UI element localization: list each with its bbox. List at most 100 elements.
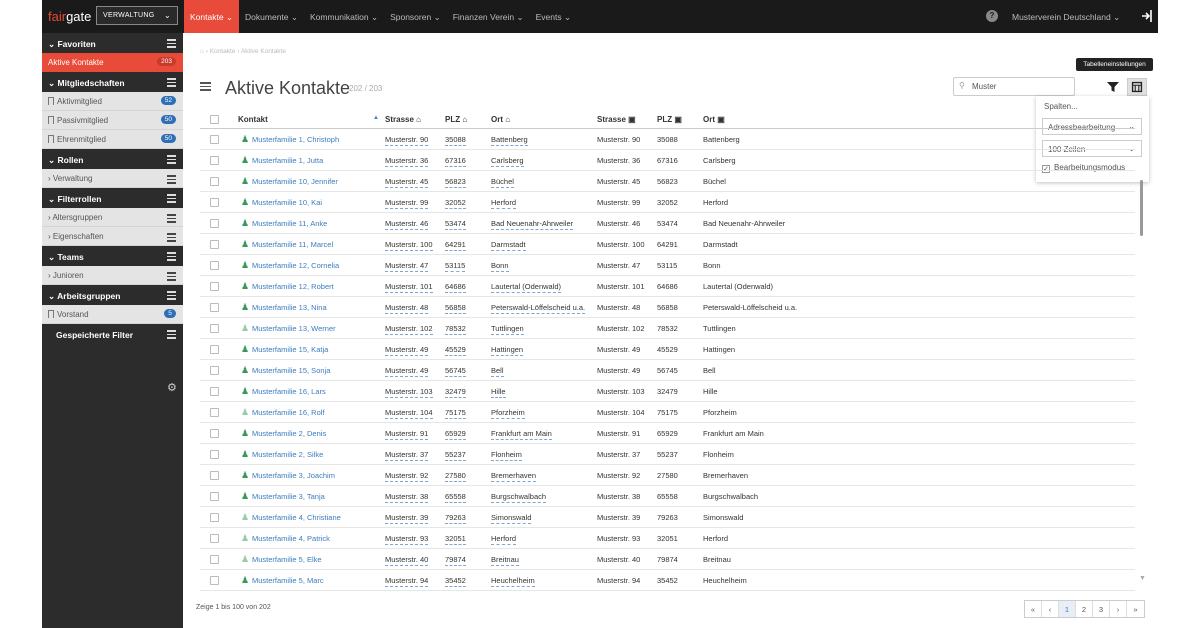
editable-cell[interactable]: Musterstr. 91 [385,429,429,440]
editable-cell[interactable]: 64686 [445,282,466,293]
row-checkbox[interactable] [210,534,219,543]
row-checkbox[interactable] [210,261,219,270]
editable-cell[interactable]: Musterstr. 100 [385,240,433,251]
editable-cell[interactable]: 67316 [445,156,466,167]
editable-cell[interactable]: Flonheim [491,450,522,461]
editable-cell[interactable]: Musterstr. 38 [385,492,429,503]
row-checkbox[interactable] [210,324,219,333]
editable-cell[interactable]: Musterstr. 104 [385,408,433,419]
row-checkbox[interactable] [210,282,219,291]
section-mitgliedschaften[interactable]: ⌄ Mitgliedschaften [42,72,183,92]
row-checkbox[interactable] [210,429,219,438]
col-plz[interactable]: PLZ ⌂ [445,115,467,124]
contact-link[interactable]: Musterfamilie 4, Christiane [252,513,341,522]
page-1-button[interactable]: 1 [1059,601,1076,617]
section-rollen[interactable]: ⌄ Rollen [42,149,183,169]
page-3-button[interactable]: 3 [1093,601,1110,617]
editable-cell[interactable]: Hattingen [491,345,524,356]
menu-icon[interactable] [167,214,176,223]
editable-cell[interactable]: 45529 [445,345,466,356]
editable-cell[interactable]: 55237 [445,450,466,461]
menu-icon[interactable] [167,78,176,87]
row-checkbox[interactable] [210,513,219,522]
row-checkbox[interactable] [210,345,219,354]
sidebar-item-passivmitglied[interactable]: Passivmitglied 50 [42,111,183,130]
nav-item-kontakte[interactable]: Kontakte ⌄ [184,0,240,33]
contact-link[interactable]: Musterfamilie 10, Jennifer [252,177,338,186]
editable-cell[interactable]: Musterstr. 45 [385,177,429,188]
editable-cell[interactable]: 65929 [445,429,466,440]
contact-link[interactable]: Musterfamilie 5, Elke [252,555,322,564]
col-kontakt[interactable]: Kontakt [238,115,268,124]
page-2-button[interactable]: 2 [1076,601,1093,617]
last-page-button[interactable]: » [1127,601,1144,617]
editable-cell[interactable]: Musterstr. 39 [385,513,429,524]
editable-cell[interactable]: Bad Neuenahr-Ahrweiler [491,219,574,230]
editable-cell[interactable]: Hille [491,387,506,398]
editable-cell[interactable]: Frankfurt am Main [491,429,552,440]
row-checkbox[interactable] [210,219,219,228]
editable-cell[interactable]: 53115 [445,261,466,272]
col-strasse-2[interactable]: Strasse ▣ [597,115,636,124]
row-checkbox[interactable] [210,471,219,480]
editable-cell[interactable]: Musterstr. 90 [385,135,429,146]
section-arbeitsgruppen[interactable]: ⌄ Arbeitsgruppen [42,285,183,305]
section-favoriten[interactable]: ⌄ Favoriten [42,33,183,53]
menu-icon[interactable] [167,175,176,184]
contact-link[interactable]: Musterfamilie 1, Jutta [252,156,323,165]
sort-asc-icon[interactable]: ▲ [373,115,379,121]
row-checkbox[interactable] [210,366,219,375]
area-selector[interactable]: VERWALTUNG ⌄ [96,6,178,25]
editable-cell[interactable]: Darmstadt [491,240,526,251]
row-checkbox[interactable] [210,177,219,186]
contact-link[interactable]: Musterfamilie 13, Nina [252,303,327,312]
sidebar-item-verwaltung[interactable]: › Verwaltung [42,169,183,188]
editable-cell[interactable]: 56745 [445,366,466,377]
row-checkbox[interactable] [210,240,219,249]
scroll-down-icon[interactable]: ▼ [1139,575,1146,582]
sidebar-item-altersgruppen[interactable]: › Altersgruppen [42,208,183,227]
editable-cell[interactable]: Burgschwalbach [491,492,547,503]
col-strasse[interactable]: Strasse ⌂ [385,115,421,124]
editable-cell[interactable]: Musterstr. 93 [385,534,429,545]
row-checkbox[interactable] [210,198,219,207]
contact-link[interactable]: Musterfamilie 10, Kai [252,198,322,207]
contact-link[interactable]: Musterfamilie 15, Katja [252,345,328,354]
nav-item-sponsoren[interactable]: Sponsoren ⌄ [384,0,447,33]
editable-cell[interactable]: Musterstr. 37 [385,450,429,461]
nav-item-events[interactable]: Events ⌄ [530,0,577,33]
menu-icon[interactable] [167,291,176,300]
editable-cell[interactable]: Bonn [491,261,509,272]
editable-cell[interactable]: Bremerhaven [491,471,537,482]
editable-cell[interactable]: 32052 [445,198,466,209]
home-icon[interactable]: ⌂ [200,48,204,55]
prev-page-button[interactable]: ‹ [1042,601,1059,617]
editable-cell[interactable]: Herford [491,534,517,545]
editable-cell[interactable]: Bell [491,366,504,377]
editable-cell[interactable]: Musterstr. 101 [385,282,433,293]
menu-icon[interactable] [167,330,176,339]
editable-cell[interactable]: 32479 [445,387,466,398]
contact-link[interactable]: Musterfamilie 11, Anke [252,219,327,228]
help-icon[interactable]: ? [986,10,998,22]
filter-icon[interactable] [1103,78,1123,96]
row-checkbox[interactable] [210,492,219,501]
contact-link[interactable]: Musterfamilie 2, Denis [252,429,326,438]
editable-cell[interactable]: 35088 [445,135,466,146]
nav-item-dokumente[interactable]: Dokumente ⌄ [239,0,304,33]
menu-icon[interactable] [167,233,176,242]
editable-cell[interactable]: 32051 [445,534,466,545]
contact-link[interactable]: Musterfamilie 13, Werner [252,324,336,333]
editable-cell[interactable]: 56823 [445,177,466,188]
editable-cell[interactable]: Musterstr. 47 [385,261,429,272]
contact-link[interactable]: Musterfamilie 4, Patrick [252,534,330,543]
sidebar-item-aktivmitglied[interactable]: Aktivmitglied 52 [42,92,183,111]
editable-cell[interactable]: Simonswald [491,513,532,524]
editable-cell[interactable]: Musterstr. 99 [385,198,429,209]
editable-cell[interactable]: Musterstr. 46 [385,219,429,230]
sidebar-item-ehrenmitglied[interactable]: Ehrenmitglied 50 [42,130,183,149]
section-filterrollen[interactable]: ⌄ Filterrollen [42,188,183,208]
scrollbar[interactable]: ▼ [1138,120,1146,582]
editable-cell[interactable]: 78532 [445,324,466,335]
nav-item-finanzen[interactable]: Finanzen Verein ⌄ [447,0,530,33]
